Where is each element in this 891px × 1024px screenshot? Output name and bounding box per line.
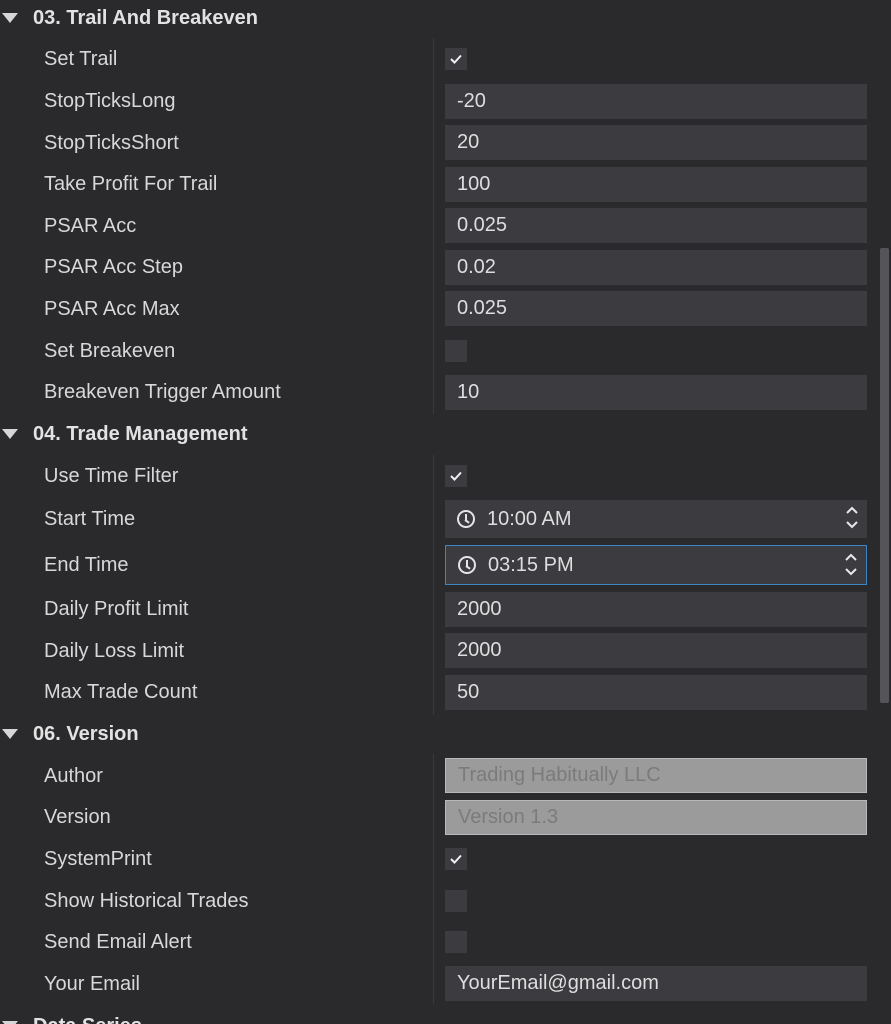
chevron-down-icon[interactable] (845, 519, 859, 531)
section-header-data-series[interactable]: Data Series (0, 1006, 142, 1024)
time-picker-end[interactable]: 03:15 PM (445, 545, 867, 585)
chevron-up-icon[interactable] (845, 504, 859, 516)
input-breakeven-trigger-amount[interactable]: 10 (445, 375, 867, 410)
time-spinner[interactable] (844, 551, 858, 578)
label-stop-ticks-short: StopTicksShort (44, 132, 179, 154)
triangle-down-icon[interactable] (2, 429, 18, 439)
section-title: 03. Trail And Breakeven (33, 6, 258, 29)
label-your-email: Your Email (44, 973, 140, 995)
input-stop-ticks-short[interactable]: 20 (445, 125, 867, 160)
checkmark-icon (450, 54, 462, 64)
checkbox-system-print[interactable] (445, 848, 467, 870)
checkbox-show-historical-trades[interactable] (445, 890, 467, 912)
input-psar-acc-step[interactable]: 0.02 (445, 250, 867, 285)
label-use-time-filter: Use Time Filter (44, 465, 179, 487)
scrollbar-thumb[interactable] (880, 248, 889, 703)
triangle-down-icon[interactable] (2, 729, 18, 739)
label-max-trade-count: Max Trade Count (44, 681, 198, 703)
checkbox-set-breakeven[interactable] (445, 340, 467, 362)
input-psar-acc[interactable]: 0.025 (445, 208, 867, 243)
label-psar-acc-max: PSAR Acc Max (44, 298, 180, 320)
time-picker-start[interactable]: 10:00 AM (445, 500, 867, 538)
section-header-version[interactable]: 06. Version (0, 714, 139, 754)
label-version: Version (44, 806, 111, 828)
column-divider (433, 38, 434, 414)
section-title: Data Series (33, 1015, 142, 1024)
label-set-breakeven: Set Breakeven (44, 340, 176, 362)
column-divider (433, 455, 434, 715)
input-daily-profit-limit[interactable]: 2000 (445, 592, 867, 627)
input-max-trade-count[interactable]: 50 (445, 675, 867, 710)
label-system-print: SystemPrint (44, 848, 152, 870)
input-your-email[interactable]: YourEmail@gmail.com (445, 966, 867, 1001)
clock-icon (457, 510, 475, 528)
label-psar-acc-step: PSAR Acc Step (44, 256, 183, 278)
clock-icon (458, 556, 476, 574)
label-start-time: Start Time (44, 508, 136, 530)
time-value: 10:00 AM (487, 507, 572, 530)
label-show-historical-trades: Show Historical Trades (44, 890, 249, 912)
section-title: 06. Version (33, 722, 139, 745)
readonly-version: Version 1.3 (445, 800, 867, 835)
time-spinner[interactable] (845, 504, 859, 531)
section-header-trail-breakeven[interactable]: 03. Trail And Breakeven (0, 0, 258, 38)
label-author: Author (44, 765, 103, 787)
input-stop-ticks-long[interactable]: -20 (445, 84, 867, 119)
checkbox-set-trail[interactable] (445, 48, 467, 70)
label-stop-ticks-long: StopTicksLong (44, 90, 176, 112)
checkmark-icon (450, 854, 462, 864)
input-daily-loss-limit[interactable]: 2000 (445, 633, 867, 668)
chevron-up-icon[interactable] (844, 551, 858, 563)
triangle-down-icon[interactable] (2, 13, 18, 23)
section-header-trade-management[interactable]: 04. Trade Management (0, 414, 248, 454)
label-breakeven-trigger-amount: Breakeven Trigger Amount (44, 381, 281, 403)
section-title: 04. Trade Management (33, 422, 248, 445)
label-psar-acc: PSAR Acc (44, 215, 137, 237)
input-take-profit-for-trail[interactable]: 100 (445, 167, 867, 202)
label-send-email-alert: Send Email Alert (44, 931, 192, 953)
checkbox-send-email-alert[interactable] (445, 931, 467, 953)
input-psar-acc-max[interactable]: 0.025 (445, 291, 867, 326)
column-divider (433, 754, 434, 1004)
readonly-author: Trading Habitually LLC (445, 758, 867, 793)
label-take-profit-for-trail: Take Profit For Trail (44, 173, 218, 195)
label-daily-loss-limit: Daily Loss Limit (44, 640, 185, 662)
label-daily-profit-limit: Daily Profit Limit (44, 598, 189, 620)
label-end-time: End Time (44, 554, 129, 576)
chevron-down-icon[interactable] (844, 566, 858, 578)
checkbox-use-time-filter[interactable] (445, 465, 467, 487)
label-set-trail: Set Trail (44, 48, 118, 70)
checkmark-icon (450, 471, 462, 481)
time-value: 03:15 PM (488, 553, 574, 576)
